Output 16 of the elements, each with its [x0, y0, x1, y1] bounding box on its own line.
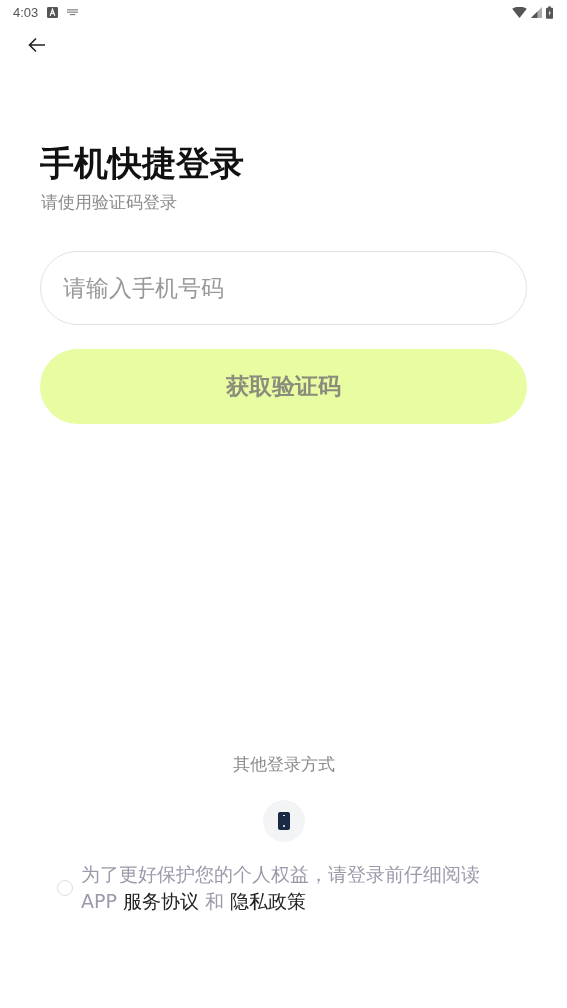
battery-icon: [546, 5, 553, 19]
status-time: 4:03: [13, 4, 39, 20]
notification-icon: [47, 6, 59, 18]
agreement-text: 为了更好保护您的个人权益，请登录前仔细阅读 APP 服务协议 和 隐私政策: [81, 862, 481, 914]
page-title: 手机快捷登录: [40, 142, 244, 185]
back-button[interactable]: [27, 35, 47, 55]
signal-icon: [531, 6, 542, 18]
other-login-label: 其他登录方式: [232, 753, 335, 776]
phone-input-field[interactable]: 请输入手机号码: [40, 251, 527, 325]
phone-icon: [277, 812, 290, 830]
wifi-icon: [512, 6, 527, 18]
service-agreement-link[interactable]: 服务协议: [122, 890, 199, 912]
keyboard-icon: [67, 8, 79, 16]
page-subtitle: 请使用验证码登录: [41, 191, 177, 214]
phone-login-button[interactable]: [262, 800, 305, 842]
privacy-policy-link[interactable]: 隐私政策: [230, 890, 307, 912]
